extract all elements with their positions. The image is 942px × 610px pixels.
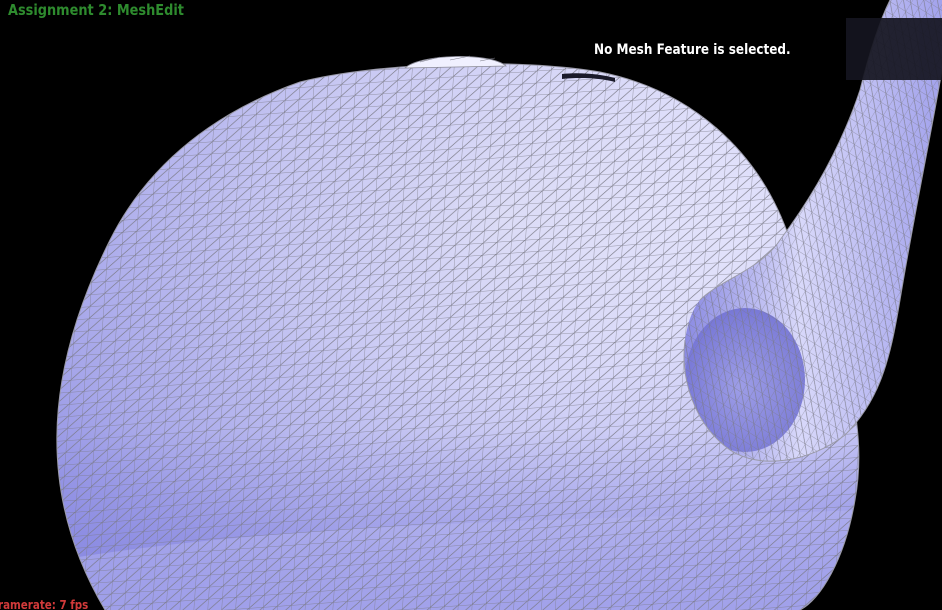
selection-status: No Mesh Feature is selected.	[594, 42, 791, 58]
status-overlay-band	[846, 18, 942, 80]
app-title: Assignment 2: MeshEdit	[8, 1, 184, 19]
framerate-readout: ramerate: 7 fps	[0, 598, 89, 610]
mesh-scene[interactable]	[0, 0, 942, 610]
render-viewport[interactable]: Assignment 2: MeshEdit No Mesh Feature i…	[0, 0, 942, 610]
